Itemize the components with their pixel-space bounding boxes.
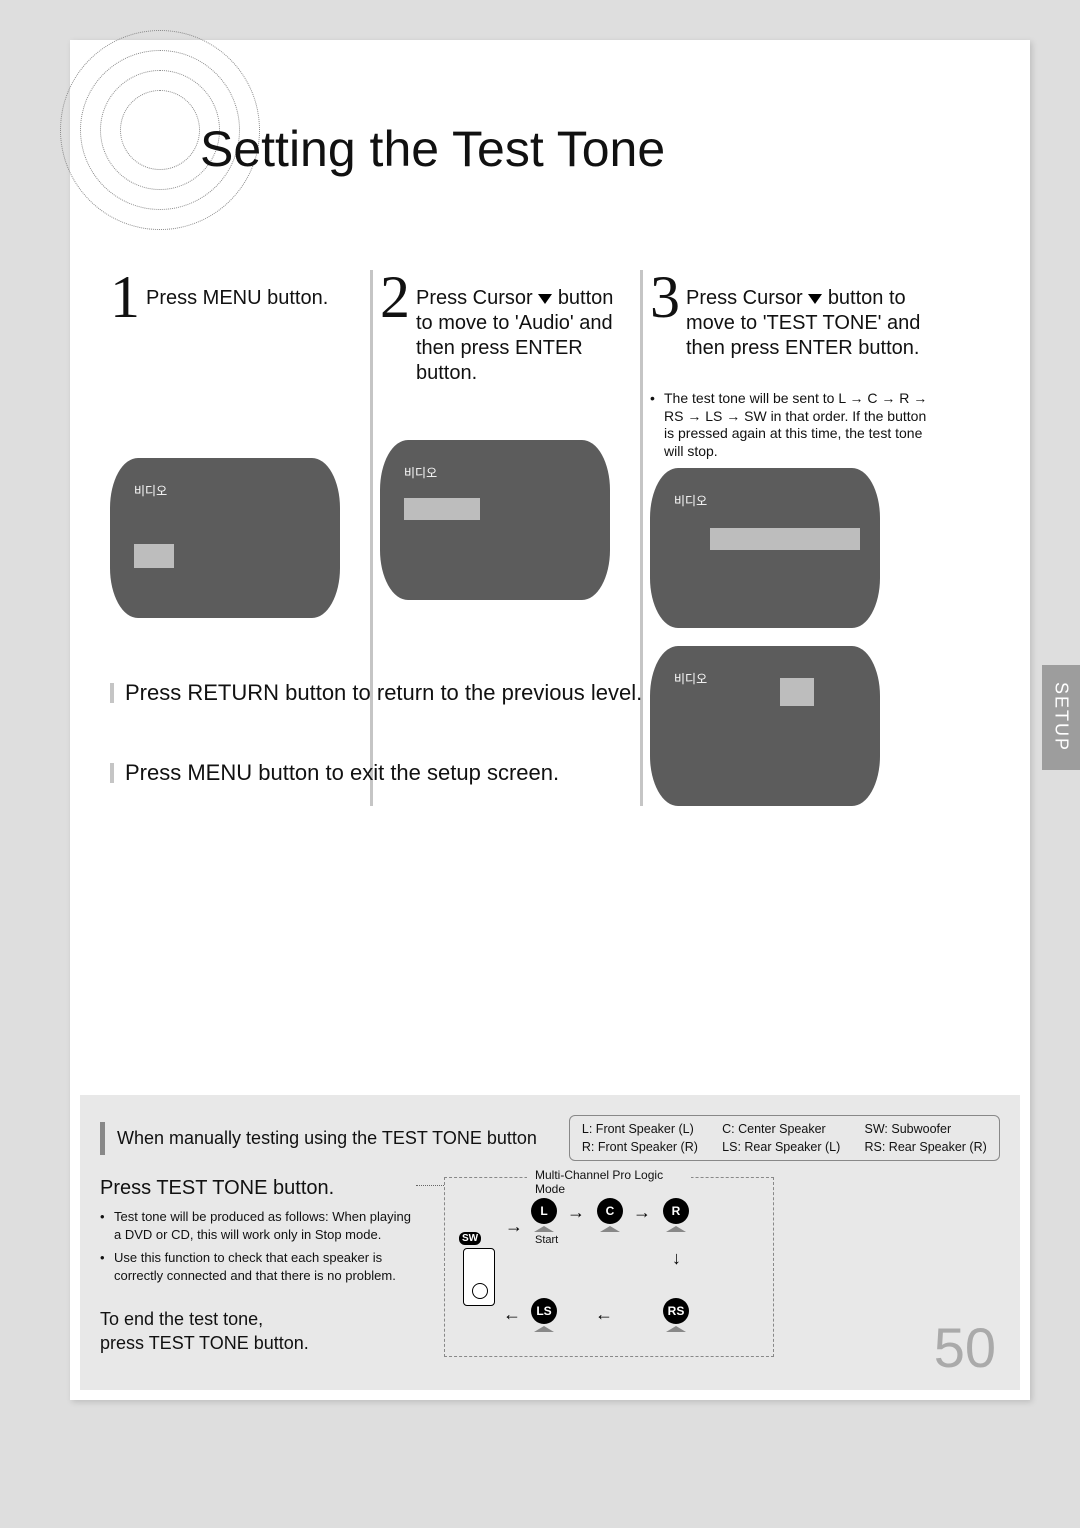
legend-l: L: Front Speaker (L) <box>582 1122 698 1136</box>
sw-label: SW <box>459 1232 481 1245</box>
manual-page: Setting the Test Tone 1 Press MENU butto… <box>70 40 1030 1400</box>
step-2-number: 2 <box>380 270 410 324</box>
screen-3b-label: 비디오 <box>674 670 707 687</box>
step-1: 1 Press MENU button. 비디오 <box>110 270 365 806</box>
bottom-bullet-2: Use this function to check that each spe… <box>100 1249 420 1284</box>
arrow-left-icon: ← <box>595 1304 613 1325</box>
step-2-text: Press Cursor button to move to 'Audio' a… <box>416 270 635 386</box>
arrow-right-icon: → <box>567 1202 585 1223</box>
step-1-text: Press MENU button. <box>146 270 328 311</box>
screen-1: 비디오 <box>110 458 340 618</box>
page-number: 50 <box>934 1315 996 1380</box>
step-2-text-pre: Press Cursor <box>416 287 538 309</box>
diagram-title: Multi-Channel Pro Logic Mode <box>527 1168 691 1196</box>
legend-c: C: Center Speaker <box>722 1122 840 1136</box>
step-1-number: 1 <box>110 270 140 324</box>
speaker-legend: L: Front Speaker (L) C: Center Speaker S… <box>569 1115 1000 1161</box>
speaker-l-cap: L <box>531 1198 557 1224</box>
speaker-c-icon: C <box>597 1198 623 1232</box>
step-3-number: 3 <box>650 270 680 324</box>
legend-r: R: Front Speaker (R) <box>582 1140 698 1154</box>
dotted-connector <box>416 1185 444 1186</box>
cursor-down-icon <box>808 294 822 304</box>
arrow-right-icon: → <box>633 1202 651 1223</box>
speaker-ls-cap: LS <box>531 1298 557 1324</box>
page-title: Setting the Test Tone <box>200 120 665 178</box>
arrow-left-icon: ← <box>503 1304 521 1325</box>
speaker-r-cap: R <box>663 1198 689 1224</box>
legend-rs: RS: Rear Speaker (R) <box>865 1140 988 1154</box>
step-3-bullet: The test tone will be sent to L → C → R … <box>650 390 930 460</box>
cursor-down-icon <box>538 294 552 304</box>
press-test-tone: Press TEST TONE button. <box>100 1177 420 1200</box>
speaker-ls-icon: LS <box>531 1298 557 1332</box>
speaker-rs-icon: RS <box>663 1298 689 1332</box>
menu-exit-instruction: Press MENU button to exit the setup scre… <box>110 760 559 786</box>
screen-3a: 비디오 <box>650 468 880 628</box>
manual-heading: When manually testing using the TEST TON… <box>100 1122 549 1155</box>
speaker-rs-cap: RS <box>663 1298 689 1324</box>
speaker-c-cap: C <box>597 1198 623 1224</box>
bottom-left: Press TEST TONE button. Test tone will b… <box>100 1177 420 1355</box>
step-3-text: Press Cursor button to move to 'TEST TON… <box>686 270 930 361</box>
legend-ls: LS: Rear Speaker (L) <box>722 1140 840 1154</box>
bottom-bullet-1: Test tone will be produced as follows: W… <box>100 1208 420 1243</box>
step-2: 2 Press Cursor button to move to 'Audio'… <box>380 270 635 806</box>
screen-3a-label: 비디오 <box>674 492 707 509</box>
speaker-r-icon: R <box>663 1198 689 1232</box>
screen-1-label: 비디오 <box>134 482 167 499</box>
subwoofer-icon <box>463 1248 495 1306</box>
speaker-l-icon: L <box>531 1198 557 1232</box>
step-3: 3 Press Cursor button to move to 'TEST T… <box>650 270 930 806</box>
legend-sw: SW: Subwoofer <box>865 1122 988 1136</box>
return-instruction: Press RETURN button to return to the pre… <box>110 680 642 706</box>
screen-2-label: 비디오 <box>404 464 437 481</box>
arrow-right-icon: → <box>505 1216 523 1237</box>
steps-row: 1 Press MENU button. 비디오 2 Press Cursor … <box>110 270 1010 806</box>
screen-2: 비디오 <box>380 440 610 600</box>
speaker-diagram: Multi-Channel Pro Logic Mode SW L C R <box>444 1177 774 1357</box>
section-tab: SETUP <box>1042 665 1080 770</box>
screen-3b: 비디오 <box>650 646 880 806</box>
start-label: Start <box>535 1234 558 1246</box>
arrow-down-icon: ↓ <box>672 1248 681 1269</box>
step-3-text-pre: Press Cursor <box>686 287 808 309</box>
end-test-tone: To end the test tone, press TEST TONE bu… <box>100 1308 420 1355</box>
bottom-panel: When manually testing using the TEST TON… <box>80 1095 1020 1390</box>
